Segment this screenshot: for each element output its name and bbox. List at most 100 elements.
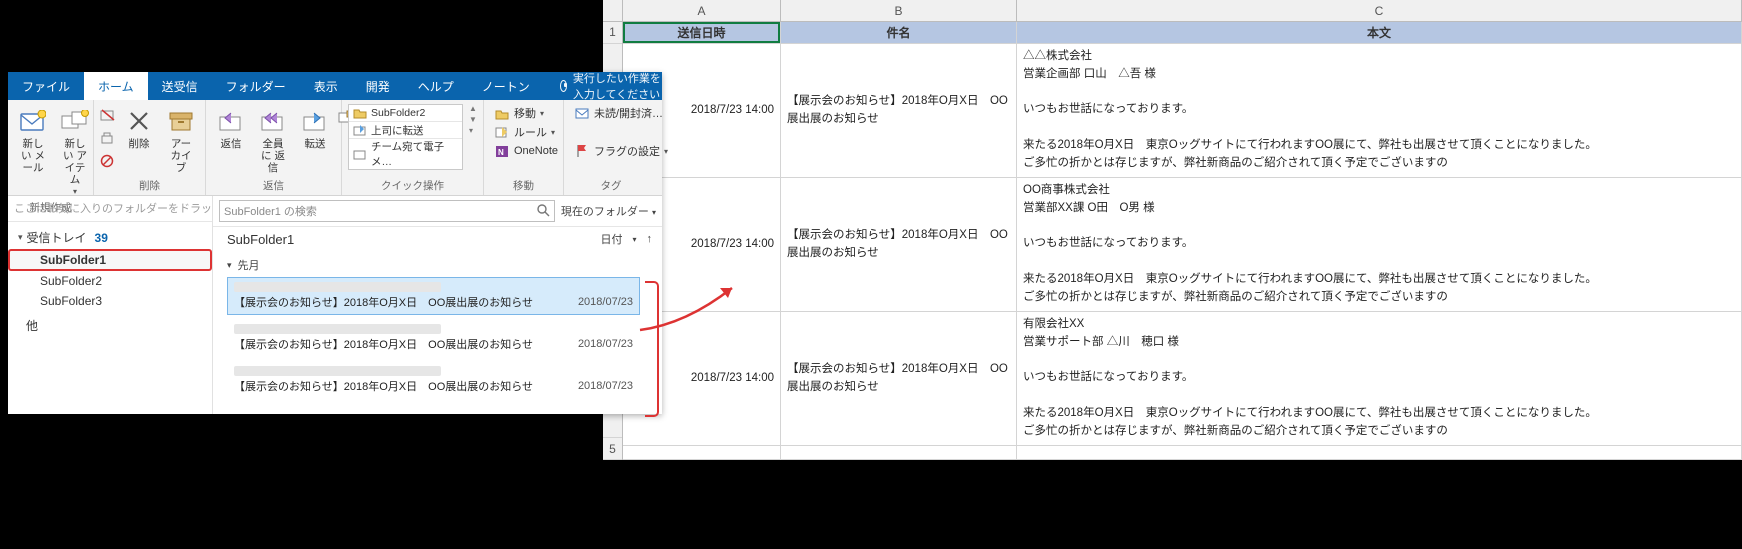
search-placeholder: SubFolder1 の検索 (224, 203, 317, 219)
move-button[interactable]: 移動▾ (490, 104, 562, 122)
inbox-label: 受信トレイ (27, 229, 87, 246)
message-subject: 【展示会のお知らせ】2018年O月X日 OO展出展のお知らせ (234, 378, 570, 394)
outlook-window: ファイル ホーム 送受信 フォルダー 表示 開発 ヘルプ ノートン 実行したい作… (8, 72, 662, 414)
tell-me-box[interactable]: 実行したい作業を入力してください (544, 72, 662, 100)
new-item-button[interactable]: 新しい アイテム ▾ (56, 104, 94, 198)
subfolder3-node[interactable]: SubFolder3 (8, 291, 212, 311)
reply-button[interactable]: 返信 (212, 104, 250, 152)
chevron-down-icon: ▾ (18, 232, 23, 243)
onenote-icon: N (494, 143, 510, 159)
inbox-node[interactable]: ▾ 受信トレイ 39 (8, 226, 212, 249)
cell-b[interactable]: 【展示会のお知らせ】2018年O月X日 OO展出展のお知らせ (781, 312, 1017, 445)
search-scope[interactable]: 現在のフォルダー ▾ (561, 203, 656, 219)
data-row: 2018/7/23 14:00【展示会のお知らせ】2018年O月X日 OO展出展… (623, 178, 1742, 312)
search-icon (536, 203, 550, 220)
delete-icon (124, 106, 154, 136)
flag-button[interactable]: フラグの設定▾ (570, 142, 672, 160)
cell-b[interactable]: 【展示会のお知らせ】2018年O月X日 OO展出展のお知らせ (781, 44, 1017, 177)
col-header-c[interactable]: C (1017, 0, 1742, 21)
sender-placeholder (234, 324, 441, 334)
message-item[interactable]: 【展示会のお知らせ】2018年O月X日 OO展出展のお知らせ 2018/07/23 (227, 277, 640, 315)
message-date: 2018/07/23 (578, 338, 633, 350)
cell-b[interactable]: 【展示会のお知らせ】2018年O月X日 OO展出展のお知らせ (781, 178, 1017, 311)
message-item[interactable]: 【展示会のお知らせ】2018年O月X日 OO展出展のお知らせ 2018/07/23 (227, 361, 640, 399)
chevron-down-icon: ▾ (227, 260, 232, 271)
message-item[interactable]: 【展示会のお知らせ】2018年O月X日 OO展出展のお知らせ2018/07/23 (227, 319, 640, 357)
sort-control[interactable]: 日付▾ ↑ (600, 231, 652, 247)
archive-button[interactable]: アー カイブ (162, 104, 200, 176)
subfolder1-node[interactable]: SubFolder1 (8, 249, 212, 271)
data-row: 2018/7/23 14:00【展示会のお知らせ】2018年O月X日 OO展出展… (623, 312, 1742, 446)
svg-text:N: N (498, 148, 504, 157)
team-mail-icon (353, 147, 367, 161)
group-header[interactable]: ▾ 先月 (227, 251, 640, 277)
quick-step-2[interactable]: 上司に転送 (349, 122, 462, 139)
select-all-corner[interactable] (603, 0, 623, 21)
folder-tree: ▾ 受信トレイ 39 SubFolder1 SubFolder2 SubFold… (8, 222, 212, 341)
reply-all-button[interactable]: 全員に 返信 (254, 104, 292, 176)
folder-move-icon (353, 106, 367, 120)
delete-button[interactable]: 削除 (120, 104, 158, 152)
folder-pane: ここにお気に入りのフォルダーをドラッグし… ▾ 受信トレイ 39 SubFold… (8, 196, 213, 414)
quick-steps-box[interactable]: SubFolder2 上司に転送 チーム宛て電子メ… (348, 104, 463, 170)
forward-small-icon (353, 123, 367, 137)
unread-button[interactable]: 未読/開封済… (570, 104, 672, 122)
message-subject: 【展示会のお知らせ】2018年O月X日 OO展出展のお知らせ (234, 294, 570, 310)
quick-steps-scroll[interactable]: ▲▼▾ (467, 104, 477, 135)
row-header-1[interactable]: 1 (603, 22, 622, 44)
col-header-a[interactable]: A (623, 0, 781, 21)
row-header-5[interactable]: 5 (603, 438, 622, 460)
tab-sendrecv[interactable]: 送受信 (148, 72, 212, 100)
group-quick-label: クイック操作 (348, 176, 477, 193)
move-icon (494, 105, 510, 121)
excel-window: A B C 1 2 3 4 5 送信日時 件名 本文 2018/7/23 14:… (603, 0, 1742, 460)
ribbon-tabs: ファイル ホーム 送受信 フォルダー 表示 開発 ヘルプ ノートン 実行したい作… (8, 72, 662, 100)
new-mail-icon (18, 106, 48, 136)
current-folder-title: SubFolder1 (227, 232, 294, 247)
rules-button[interactable]: ルール▾ (490, 123, 562, 141)
cell-c[interactable]: 有限会社XX 営業サポート部 △川 穂口 様 いつもお世話になっております。 来… (1017, 312, 1742, 445)
quick-step-1[interactable]: SubFolder2 (349, 105, 462, 122)
cell-b1[interactable]: 件名 (781, 22, 1017, 43)
col-header-b[interactable]: B (781, 0, 1017, 21)
tab-file[interactable]: ファイル (8, 72, 84, 100)
new-item-icon (60, 106, 90, 136)
forward-button[interactable]: 転送 (296, 104, 334, 152)
other-node[interactable]: 他 (8, 311, 212, 337)
empty-row-5 (623, 446, 1742, 460)
message-date: 2018/07/23 (578, 380, 633, 392)
cell-c[interactable]: △△株式会社 営業企画部 口山 △吾 様 いつもお世話になっております。 来たる… (1017, 44, 1742, 177)
ribbon: 新しい メール 新しい アイテム ▾ 新規作成 (8, 100, 662, 196)
search-input[interactable]: SubFolder1 の検索 (219, 200, 555, 222)
column-headers: A B C (603, 0, 1742, 22)
cell-c[interactable]: OO商事株式会社 営業部XX課 O田 O男 様 いつもお世話になっております。 … (1017, 178, 1742, 311)
archive-icon (166, 106, 196, 136)
reply-all-icon (258, 106, 288, 136)
ignore-icon[interactable] (100, 108, 116, 125)
sort-asc-icon: ↑ (647, 233, 653, 245)
new-mail-button[interactable]: 新しい メール (14, 104, 52, 176)
junk-icon[interactable] (100, 154, 116, 171)
tab-norton[interactable]: ノートン (468, 72, 544, 100)
tab-help[interactable]: ヘルプ (404, 72, 468, 100)
lightbulb-icon (560, 80, 567, 92)
message-group: ▾ 先月 【展示会のお知らせ】2018年O月X日 OO展出展のお知らせ 2018/… (213, 251, 662, 409)
subfolder2-node[interactable]: SubFolder2 (8, 271, 212, 291)
cell-c1[interactable]: 本文 (1017, 22, 1742, 43)
onenote-button[interactable]: N OneNote (490, 142, 562, 160)
message-date: 2018/07/23 (578, 296, 633, 308)
tab-folder[interactable]: フォルダー (212, 72, 300, 100)
tab-home[interactable]: ホーム (84, 72, 148, 100)
rules-icon (494, 124, 510, 140)
unread-icon (574, 105, 590, 121)
favorites-hint: ここにお気に入りのフォルダーをドラッグし… (8, 196, 212, 222)
tell-me-label: 実行したい作業を入力してください (573, 70, 662, 102)
tab-dev[interactable]: 開発 (352, 72, 404, 100)
quick-step-3[interactable]: チーム宛て電子メ… (349, 139, 462, 169)
tab-view[interactable]: 表示 (300, 72, 352, 100)
header-row: 送信日時 件名 本文 (623, 22, 1742, 44)
data-row: 2018/7/23 14:00【展示会のお知らせ】2018年O月X日 OO展出展… (623, 44, 1742, 178)
forward-icon (300, 106, 330, 136)
cell-a1[interactable]: 送信日時 (623, 22, 781, 43)
cleanup-icon[interactable] (100, 131, 116, 148)
